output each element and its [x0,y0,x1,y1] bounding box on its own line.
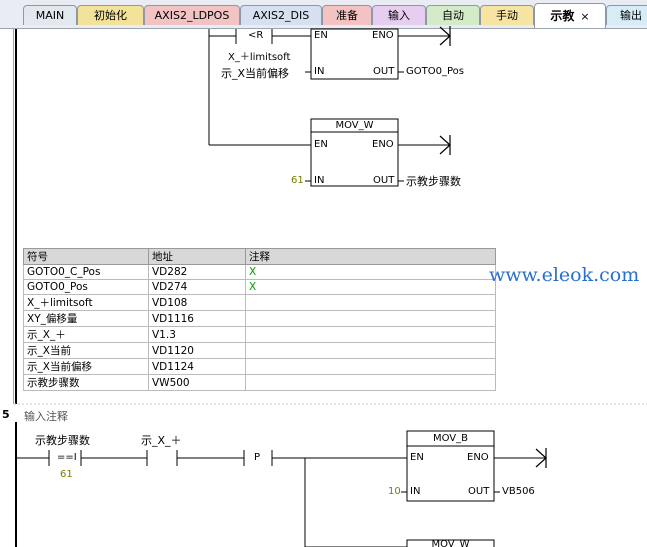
symbol-cell: 示_X_＋ [23,326,149,343]
col-address-header: 地址 [148,248,246,265]
block2-title: MOV_W [335,120,374,131]
network-number: 5 [2,408,10,421]
contact1-operator: <R [248,30,264,41]
address-cell: VW500 [148,374,246,391]
address-cell: VD274 [148,279,246,295]
address-cell: VD1116 [148,310,246,327]
comment-cell [245,358,496,375]
block1-in: IN [314,66,325,77]
mov-b-title: MOV_B [432,433,469,444]
mov-b-in-value[interactable]: 10 [388,486,401,497]
col-comment-header: 注释 [245,248,496,265]
comment-cell [245,294,496,311]
symbol-cell: GOTO0_Pos [23,279,149,295]
comment-cell: X [245,279,496,295]
table-row[interactable]: 示_X_＋ V1.3 [23,326,496,343]
symbol-cell: X_＋limitsoft [23,294,149,311]
block1-out-operand[interactable]: GOTO0_Pos [406,66,464,77]
comment-cell [245,374,496,391]
table-row[interactable]: 示_X当前偏移 VD1124 [23,358,496,375]
symbol-cell: GOTO0_C_Pos [23,264,149,280]
watermark-text: www.eleok.com [489,264,640,286]
symbol-table: 符号 地址 注释 GOTO0_C_Pos VD282 X GOTO0_Pos V… [23,248,496,391]
table-row[interactable]: GOTO0_Pos VD274 X [23,279,496,295]
col-symbol-header: 符号 [23,248,149,265]
block2-in-value[interactable]: 61 [291,175,304,186]
compare-operator: ==I [57,452,77,463]
address-cell: VD1120 [148,342,246,359]
mov-b-eno: ENO [467,452,489,463]
address-cell: V1.3 [148,326,246,343]
address-cell: VD282 [148,264,246,280]
mov-b-out-operand[interactable]: VB506 [502,486,535,497]
block2-eno: ENO [372,139,394,150]
mov-w-title-partial: MOV_W [431,539,470,547]
block2-en: EN [314,139,328,150]
symbol-table-header: 符号 地址 注释 [23,248,496,265]
symbol-cell: 示_X当前 [23,342,149,359]
table-row[interactable]: 示_X当前 VD1120 [23,342,496,359]
block1-in-operand[interactable]: 示_X当前偏移 [221,65,289,81]
table-row[interactable]: 示教步骤数 VW500 [23,374,496,391]
compare-value[interactable]: 61 [60,469,73,480]
comment-cell [245,310,496,327]
block1-eno: ENO [372,30,394,41]
symbol-cell: 示教步骤数 [23,374,149,391]
table-row[interactable]: X_＋limitsoft VD108 [23,294,496,311]
contact1-label: X_＋limitsoft [228,52,291,63]
symbol-cell: 示_X当前偏移 [23,358,149,375]
block2-out: OUT [373,175,395,186]
address-cell: VD1124 [148,358,246,375]
block1-out: OUT [373,66,395,77]
table-row[interactable]: GOTO0_C_Pos VD282 X [23,264,496,280]
table-row[interactable]: XY_偏移量 VD1116 [23,310,496,327]
positive-transition-label: P [254,452,261,463]
comment-cell [245,342,496,359]
compare-operand[interactable]: 示教步骤数 [35,432,90,448]
mov-b-en: EN [410,452,424,463]
comment-cell: X [245,264,496,280]
block1-en: EN [314,30,328,41]
block2-in: IN [314,175,325,186]
comment-cell [245,326,496,343]
contact-operand[interactable]: 示_X_＋ [141,432,182,448]
symbol-cell: XY_偏移量 [23,310,149,327]
network-comment[interactable]: 输入注释 [24,408,68,424]
mov-b-out: OUT [468,486,490,497]
block2-out-operand[interactable]: 示教步骤数 [406,173,461,189]
address-cell: VD108 [148,294,246,311]
mov-b-in: IN [410,486,421,497]
